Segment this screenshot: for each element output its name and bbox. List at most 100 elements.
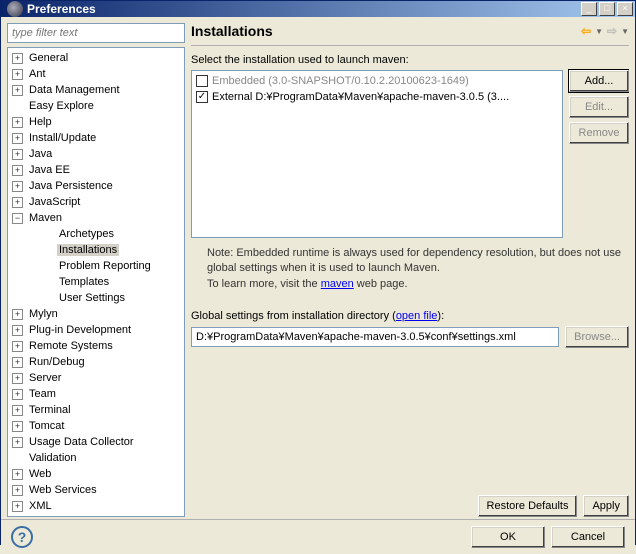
- preferences-tree[interactable]: +General+Ant+Data ManagementEasy Explore…: [7, 47, 185, 517]
- tree-item-label: Web: [27, 468, 53, 480]
- tree-item[interactable]: + Remote Systems: [8, 338, 184, 354]
- restore-defaults-button[interactable]: Restore Defaults: [478, 495, 578, 517]
- tree-item[interactable]: −Maven: [8, 210, 184, 226]
- maven-link[interactable]: maven: [321, 278, 354, 290]
- expand-icon[interactable]: +: [12, 85, 23, 96]
- tree-item[interactable]: User Settings: [8, 290, 184, 306]
- note-line2b: web page.: [354, 278, 408, 290]
- tree-item-label: Data Management: [27, 84, 122, 96]
- tree-item[interactable]: +Ant: [8, 66, 184, 82]
- footer: ? OK Cancel: [1, 519, 635, 554]
- tree-item[interactable]: +Plug-in Development: [8, 322, 184, 338]
- checkbox-icon[interactable]: [196, 75, 208, 87]
- tree-item[interactable]: +Java EE: [8, 162, 184, 178]
- expand-icon[interactable]: +: [12, 485, 23, 496]
- install-item[interactable]: ✓External D:¥ProgramData¥Maven¥apache-ma…: [194, 89, 560, 105]
- tree-item-label: Terminal: [27, 404, 73, 416]
- tree-item[interactable]: +Java Persistence: [8, 178, 184, 194]
- tree-item[interactable]: + Mylyn: [8, 306, 184, 322]
- tree-item-label: Help: [27, 116, 54, 128]
- tree-item[interactable]: + Data Management: [8, 82, 184, 98]
- edit-button[interactable]: Edit...: [569, 96, 629, 118]
- expand-icon[interactable]: +: [12, 117, 23, 128]
- expand-icon[interactable]: +: [12, 437, 23, 448]
- expand-icon[interactable]: +: [12, 53, 23, 64]
- tree-item[interactable]: + Terminal: [8, 402, 184, 418]
- apply-button[interactable]: Apply: [583, 495, 629, 517]
- tree-item[interactable]: +Run/Debug: [8, 354, 184, 370]
- tree-item[interactable]: +Java: [8, 146, 184, 162]
- titlebar: Preferences _ □ ×: [1, 1, 635, 17]
- note-line2a: To learn more, visit the: [207, 278, 321, 290]
- window-title: Preferences: [27, 2, 581, 16]
- expand-icon[interactable]: +: [12, 357, 23, 368]
- tree-item[interactable]: + General: [8, 50, 184, 66]
- tree-item[interactable]: +Team: [8, 386, 184, 402]
- tree-item-label: JavaScript: [27, 196, 82, 208]
- tree-item[interactable]: Installations: [8, 242, 184, 258]
- tree-item-label: Installations: [57, 244, 119, 256]
- tree-item[interactable]: +XML: [8, 498, 184, 514]
- tree-item[interactable]: Validation: [8, 450, 184, 466]
- tree-spacer: [42, 245, 53, 256]
- expand-icon[interactable]: +: [12, 133, 23, 144]
- back-icon[interactable]: ⇦: [581, 24, 591, 38]
- expand-icon[interactable]: +: [12, 197, 23, 208]
- install-row: Embedded (3.0-SNAPSHOT/0.10.2.20100623-1…: [191, 70, 629, 238]
- tree-spacer: [42, 229, 53, 240]
- install-buttons: Add... Edit... Remove: [569, 70, 629, 238]
- app-icon: [7, 1, 23, 17]
- install-item[interactable]: Embedded (3.0-SNAPSHOT/0.10.2.20100623-1…: [194, 73, 560, 89]
- expand-icon[interactable]: +: [12, 341, 23, 352]
- tree-item[interactable]: + Install/Update: [8, 130, 184, 146]
- expand-icon[interactable]: +: [12, 389, 23, 400]
- tree-item[interactable]: + Web: [8, 466, 184, 482]
- expand-icon[interactable]: +: [12, 69, 23, 80]
- maximize-button[interactable]: □: [599, 2, 615, 16]
- collapse-icon[interactable]: −: [12, 213, 23, 224]
- expand-icon[interactable]: +: [12, 421, 23, 432]
- tree-item[interactable]: Archetypes: [8, 226, 184, 242]
- close-button[interactable]: ×: [617, 2, 633, 16]
- browse-button[interactable]: Browse...: [565, 326, 629, 348]
- right-panel: Installations ⇦ ▼ ⇨ ▼ Select the install…: [191, 23, 629, 517]
- tree-item[interactable]: Easy Explore: [8, 98, 184, 114]
- tree-item[interactable]: + Help: [8, 114, 184, 130]
- expand-icon[interactable]: +: [12, 405, 23, 416]
- tree-item-label: Remote Systems: [27, 340, 115, 352]
- tree-item[interactable]: Templates: [8, 274, 184, 290]
- forward-icon[interactable]: ⇨: [607, 24, 617, 38]
- tree-item-label: User Settings: [57, 292, 127, 304]
- expand-icon[interactable]: +: [12, 181, 23, 192]
- tree-item[interactable]: + JavaScript: [8, 194, 184, 210]
- global-settings-input[interactable]: [191, 327, 559, 347]
- tree-item[interactable]: +Web Services: [8, 482, 184, 498]
- tree-item-label: Easy Explore: [27, 100, 96, 112]
- back-menu-icon[interactable]: ▼: [595, 27, 603, 36]
- expand-icon[interactable]: +: [12, 373, 23, 384]
- install-list[interactable]: Embedded (3.0-SNAPSHOT/0.10.2.20100623-1…: [191, 70, 563, 238]
- expand-icon[interactable]: +: [12, 325, 23, 336]
- install-item-label: Embedded (3.0-SNAPSHOT/0.10.2.20100623-1…: [212, 75, 469, 87]
- tree-item-label: General: [27, 52, 70, 64]
- forward-menu-icon[interactable]: ▼: [621, 27, 629, 36]
- minimize-button[interactable]: _: [581, 2, 597, 16]
- tree-item[interactable]: +Usage Data Collector: [8, 434, 184, 450]
- open-file-link[interactable]: open file: [396, 310, 438, 322]
- tree-item[interactable]: +Tomcat: [8, 418, 184, 434]
- tree-item-label: Mylyn: [27, 308, 60, 320]
- tree-item-label: Install/Update: [27, 132, 98, 144]
- expand-icon[interactable]: +: [12, 469, 23, 480]
- expand-icon[interactable]: +: [12, 501, 23, 512]
- tree-spacer: [12, 453, 23, 464]
- tree-item[interactable]: Problem Reporting: [8, 258, 184, 274]
- expand-icon[interactable]: +: [12, 149, 23, 160]
- remove-button[interactable]: Remove: [569, 122, 629, 144]
- tree-item[interactable]: + Server: [8, 370, 184, 386]
- filter-input[interactable]: [7, 23, 185, 43]
- expand-icon[interactable]: +: [12, 165, 23, 176]
- expand-icon[interactable]: +: [12, 309, 23, 320]
- checkbox-icon[interactable]: ✓: [196, 91, 208, 103]
- tree-item-label: Server: [27, 372, 63, 384]
- add-button[interactable]: Add...: [569, 70, 629, 92]
